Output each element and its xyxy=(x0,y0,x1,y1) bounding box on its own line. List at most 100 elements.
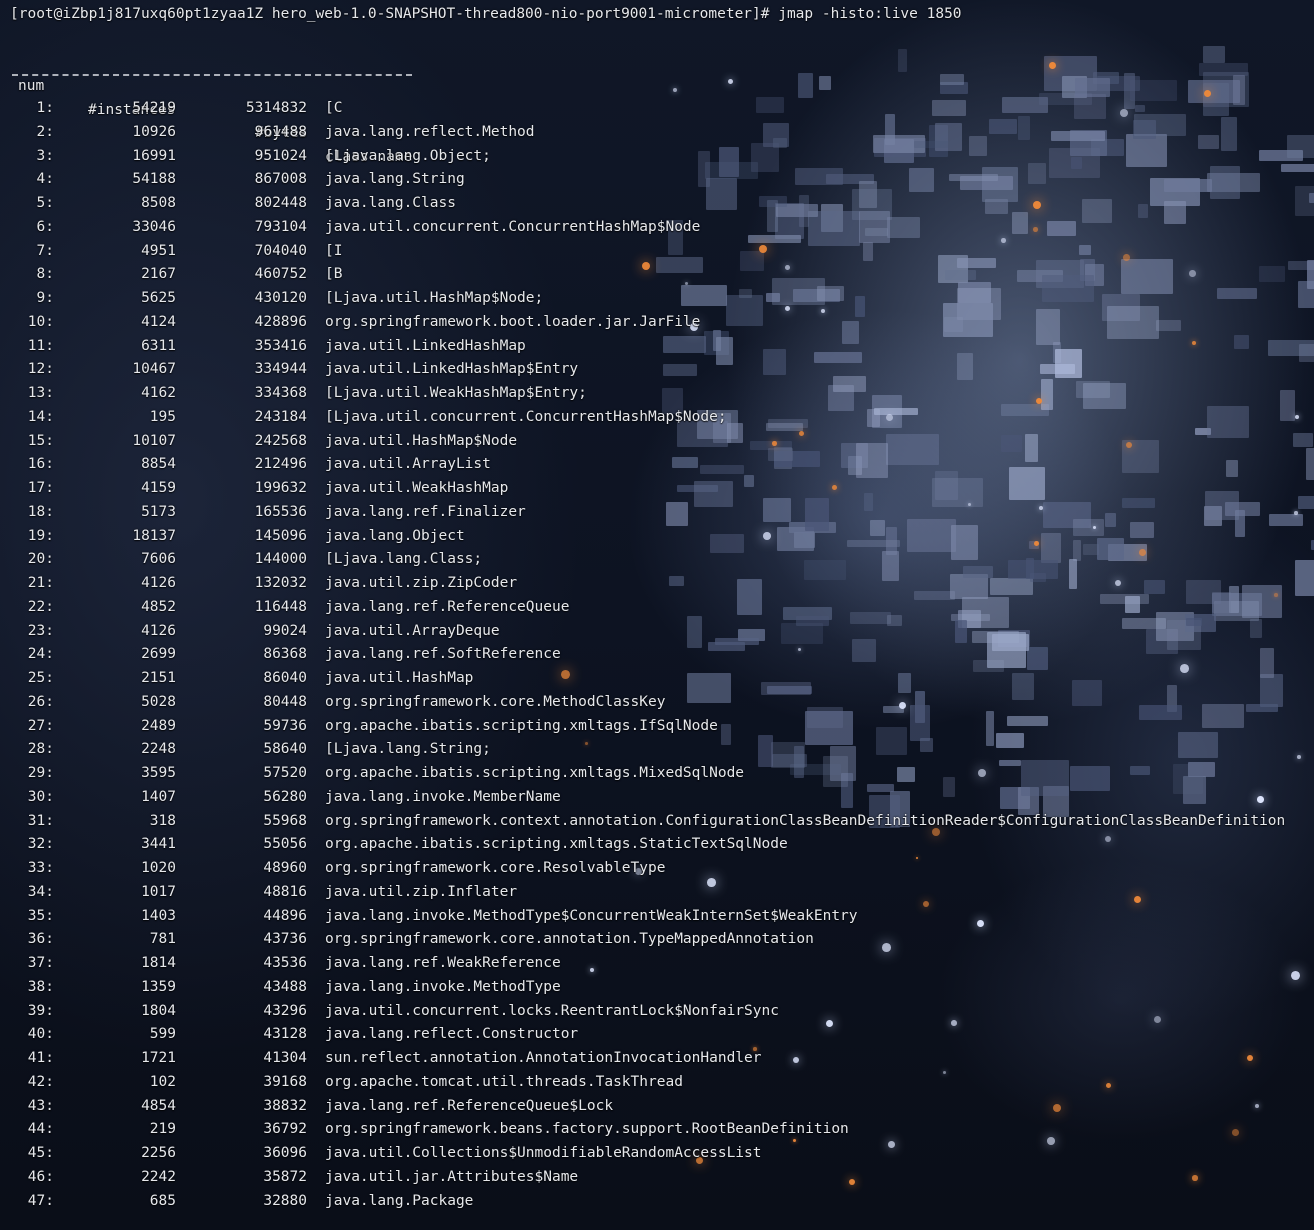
row-class-name: java.lang.ref.WeakReference xyxy=(325,955,561,971)
row-num: 13: xyxy=(27,385,54,401)
row-bytes: 43488 xyxy=(263,978,307,995)
row-class-name: org.springframework.context.annotation.C… xyxy=(325,812,1286,829)
row-class-name: org.apache.ibatis.scripting.xmltags.Stat… xyxy=(325,836,788,853)
row-num: 42: xyxy=(27,1073,54,1090)
row-instances: 2699 xyxy=(141,646,176,663)
row-class-name: java.lang.ref.ReferenceQueue$Lock xyxy=(325,1097,614,1114)
table-row: 17: 4159 199632 java.util.WeakHashMap xyxy=(0,477,1314,501)
row-bytes: 145096 xyxy=(254,527,307,544)
row-class-name: [Ljava.lang.String; xyxy=(325,741,491,758)
row-num: 27: xyxy=(27,717,54,734)
row-num: 15: xyxy=(27,432,54,449)
row-class-name: org.springframework.core.annotation.Type… xyxy=(325,931,814,948)
table-row: 45: 2256 36096 java.util.Collections$Unmodi… xyxy=(0,1142,1314,1166)
row-instances: 4951 xyxy=(141,242,176,259)
table-row: 4: 54188 867008 java.lang.String xyxy=(0,168,1314,192)
row-class-name: java.lang.ref.Finalizer xyxy=(325,503,526,520)
row-num: 10: xyxy=(27,313,54,330)
row-class-name: java.util.jar.Attributes$Name xyxy=(325,1168,579,1185)
row-instances: 219 xyxy=(149,1121,176,1138)
row-bytes: 212496 xyxy=(254,456,307,473)
table-row: 27: 2489 59736 org.apache.ibatis.scripting.… xyxy=(0,715,1314,739)
row-bytes: 428896 xyxy=(254,313,307,330)
row-bytes: 32880 xyxy=(263,1192,307,1209)
row-bytes: 116448 xyxy=(254,598,307,615)
row-class-name: org.apache.tomcat.util.threads.TaskThrea… xyxy=(325,1073,683,1090)
row-num: 14: xyxy=(27,408,54,425)
command-prompt: [root@iZbp1j817uxq60pt1zyaa1Z hero_web-1… xyxy=(10,6,962,22)
row-class-name: java.lang.invoke.MethodType xyxy=(325,978,561,995)
row-num: 17: xyxy=(27,480,54,496)
table-row: 47: 685 32880 java.lang.Package xyxy=(0,1190,1314,1214)
header-separator xyxy=(12,74,412,78)
row-class-name: [Ljava.util.HashMap$Node; xyxy=(325,290,544,306)
row-instances: 5173 xyxy=(141,503,176,520)
row-bytes: 242568 xyxy=(254,432,307,449)
row-bytes: 80448 xyxy=(263,693,307,710)
row-num: 16: xyxy=(27,456,54,473)
table-row: 21: 4126 132032 java.util.zip.ZipCoder xyxy=(0,572,1314,596)
row-num: 30: xyxy=(27,788,54,805)
table-row: 44: 219 36792 org.springframework.beans.fac… xyxy=(0,1118,1314,1142)
table-row: 31: 318 55968 org.springframework.context.a… xyxy=(0,810,1314,834)
row-instances: 54188 xyxy=(132,171,176,188)
row-bytes: 39168 xyxy=(263,1073,307,1090)
row-num: 29: xyxy=(27,765,54,781)
row-class-name: org.springframework.core.MethodClassKey xyxy=(325,693,666,710)
table-row: 25: 2151 86040 java.util.HashMap xyxy=(0,667,1314,691)
table-row: 42: 102 39168 org.apache.tomcat.util.thread… xyxy=(0,1071,1314,1095)
row-num: 28: xyxy=(27,741,54,758)
table-row: 39: 1804 43296 java.util.concurrent.locks.R… xyxy=(0,1000,1314,1024)
row-instances: 4852 xyxy=(141,598,176,615)
row-num: 2: xyxy=(36,123,54,140)
row-class-name: java.util.zip.ZipCoder xyxy=(325,575,518,591)
row-num: 47: xyxy=(27,1192,54,1209)
row-class-name: java.util.HashMap$Node xyxy=(325,432,518,449)
row-bytes: 35872 xyxy=(263,1168,307,1185)
row-num: 7: xyxy=(36,242,54,259)
histogram-rows: 1: 54219 5314832 [C 2: 10926 961488 java.lang.r… xyxy=(0,97,1314,1213)
row-num: 33: xyxy=(27,860,54,876)
row-class-name: [I xyxy=(325,242,343,259)
row-instances: 16991 xyxy=(132,147,176,164)
row-num: 35: xyxy=(27,907,54,924)
row-class-name: java.util.LinkedHashMap xyxy=(325,337,526,354)
table-row: 12: 10467 334944 java.util.LinkedHashMap$En… xyxy=(0,358,1314,382)
table-row: 36: 781 43736 org.springframework.core.anno… xyxy=(0,928,1314,952)
table-row: 3: 16991 951024 [Ljava.lang.Object; xyxy=(0,145,1314,169)
table-row: 2: 10926 961488 java.lang.reflect.Method xyxy=(0,121,1314,145)
row-num: 11: xyxy=(27,337,54,354)
terminal-output[interactable]: [root@iZbp1j817uxq60pt1zyaa1Z hero_web-1… xyxy=(0,0,1314,1230)
row-bytes: 430120 xyxy=(254,290,307,306)
row-num: 25: xyxy=(27,670,54,686)
table-row: 22: 4852 116448 java.lang.ref.ReferenceQueu… xyxy=(0,596,1314,620)
row-class-name: [Ljava.util.WeakHashMap$Entry; xyxy=(325,385,587,401)
row-instances: 2151 xyxy=(141,670,176,686)
row-instances: 4124 xyxy=(141,313,176,330)
row-num: 31: xyxy=(27,812,54,829)
row-bytes: 99024 xyxy=(263,622,307,639)
row-num: 43: xyxy=(27,1097,54,1114)
row-instances: 18137 xyxy=(132,527,176,544)
row-instances: 1403 xyxy=(141,907,176,924)
row-num: 41: xyxy=(27,1050,54,1066)
table-row: 34: 1017 48816 java.util.zip.Inflater xyxy=(0,881,1314,905)
row-bytes: 961488 xyxy=(254,123,307,140)
row-num: 19: xyxy=(27,527,54,544)
table-row: 28: 2248 58640 [Ljava.lang.String; xyxy=(0,738,1314,762)
row-instances: 4126 xyxy=(141,575,176,591)
row-class-name: java.lang.reflect.Method xyxy=(325,123,535,140)
row-bytes: 5314832 xyxy=(245,100,307,116)
row-bytes: 460752 xyxy=(254,266,307,283)
table-row: 38: 1359 43488 java.lang.invoke.MethodType xyxy=(0,976,1314,1000)
row-bytes: 793104 xyxy=(254,218,307,235)
row-class-name: java.lang.Object xyxy=(325,527,465,544)
row-bytes: 867008 xyxy=(254,171,307,188)
row-num: 44: xyxy=(27,1121,54,1138)
row-class-name: java.util.ArrayDeque xyxy=(325,622,500,639)
row-instances: 195 xyxy=(149,408,176,425)
table-row: 33: 1020 48960 org.springframework.core.Res… xyxy=(0,857,1314,881)
row-num: 21: xyxy=(27,575,54,591)
row-instances: 8854 xyxy=(141,456,176,473)
row-bytes: 86368 xyxy=(263,646,307,663)
